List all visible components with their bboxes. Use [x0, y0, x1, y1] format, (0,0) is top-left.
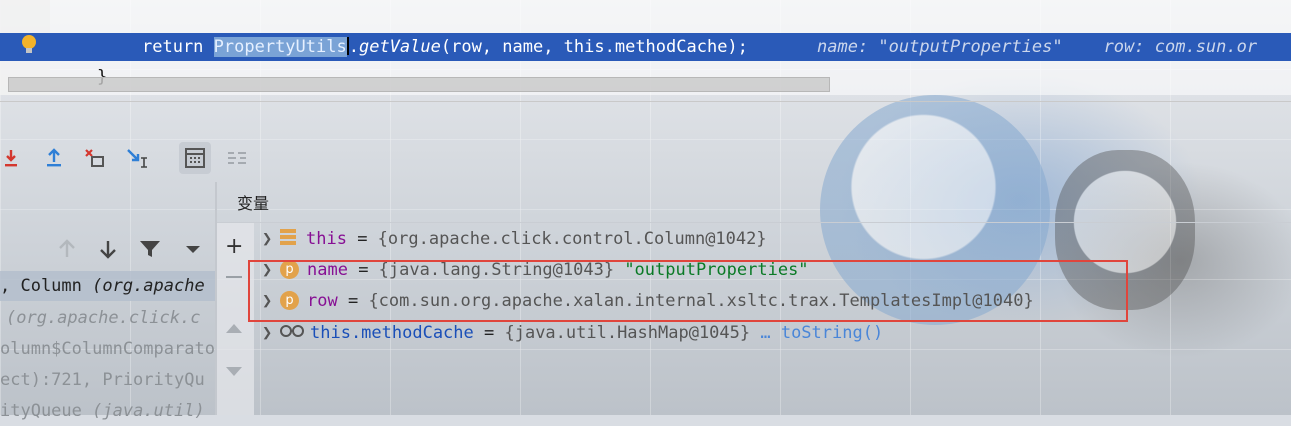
horizontal-scrollbar[interactable] [8, 77, 830, 92]
expand-chevron-icon[interactable]: ❯ [262, 318, 280, 348]
run-to-cursor-icon[interactable] [124, 145, 150, 171]
frame-package: (org.apache.click.c [6, 308, 201, 328]
dot: . [348, 37, 359, 57]
highlight-annotation-box [248, 260, 1128, 322]
remove-watch-button[interactable] [226, 276, 242, 278]
frame-method: ityQueue [0, 401, 93, 421]
drop-frame-icon[interactable] [82, 145, 108, 171]
frame-row[interactable]: olumn$ColumnComparato [0, 334, 216, 364]
object-stack-icon [280, 229, 296, 245]
evaluate-expression-icon[interactable] [179, 142, 211, 174]
frame-row[interactable]: ityQueue (java.util) [0, 396, 216, 426]
step-into-icon[interactable] [0, 145, 26, 171]
inline-debug-values: name: "outputProperties" row: com.sun.or [817, 37, 1258, 57]
panel-divider [0, 101, 1291, 102]
filter-icon[interactable] [137, 236, 163, 262]
dropdown-icon[interactable] [180, 236, 206, 262]
current-code-line[interactable]: return PropertyUtils .getValue(row, name,… [142, 37, 748, 57]
variables-title: 变量 [237, 194, 270, 213]
variable-name: this [306, 229, 347, 249]
variable-value: {java.util.HashMap@1045} [504, 323, 751, 343]
frame-method: ect):721, PriorityQu [0, 370, 205, 390]
variable-row-this[interactable]: ❯ this = {org.apache.click.control.Column… [262, 224, 767, 254]
variables-header-divider [217, 222, 1291, 223]
frame-row-selected[interactable]: , Column (org.apache [0, 271, 216, 301]
move-up-button[interactable] [226, 324, 242, 333]
variable-name: this.methodCache [310, 323, 474, 343]
return-keyword: return [142, 37, 214, 57]
debug-toolbar [0, 135, 270, 179]
frame-package: (java.util) [92, 401, 205, 421]
method-args: (row, name, this.methodCache); [440, 37, 748, 57]
method-name: getValue [358, 37, 441, 57]
down-arrow-icon[interactable] [95, 236, 121, 262]
lightbulb-icon[interactable] [20, 34, 38, 56]
watch-glasses-icon [280, 325, 304, 337]
add-watch-button[interactable]: + [225, 234, 243, 259]
step-out-icon[interactable] [41, 145, 67, 171]
move-down-button[interactable] [226, 367, 242, 376]
expand-chevron-icon[interactable]: ❯ [262, 224, 280, 254]
variable-row-method-cache[interactable]: ❯ this.methodCache = {java.util.HashMap@1… [262, 318, 883, 348]
frame-row[interactable]: (org.apache.click.c [0, 303, 222, 333]
frame-method: olumn$ColumnComparato [0, 339, 215, 359]
up-arrow-icon[interactable] [54, 236, 80, 262]
trace-current-stream-icon[interactable] [224, 145, 250, 171]
frame-method: , Column [0, 276, 93, 296]
frame-package: (org.apache [92, 276, 205, 296]
frame-row[interactable]: ect):721, PriorityQu [0, 365, 216, 395]
equals-sign: = [473, 323, 505, 343]
tostring-link[interactable]: … toString() [750, 323, 883, 343]
variable-value: {org.apache.click.control.Column@1042} [377, 229, 767, 249]
selected-class-name: PropertyUtils [213, 37, 347, 57]
equals-sign: = [346, 229, 378, 249]
